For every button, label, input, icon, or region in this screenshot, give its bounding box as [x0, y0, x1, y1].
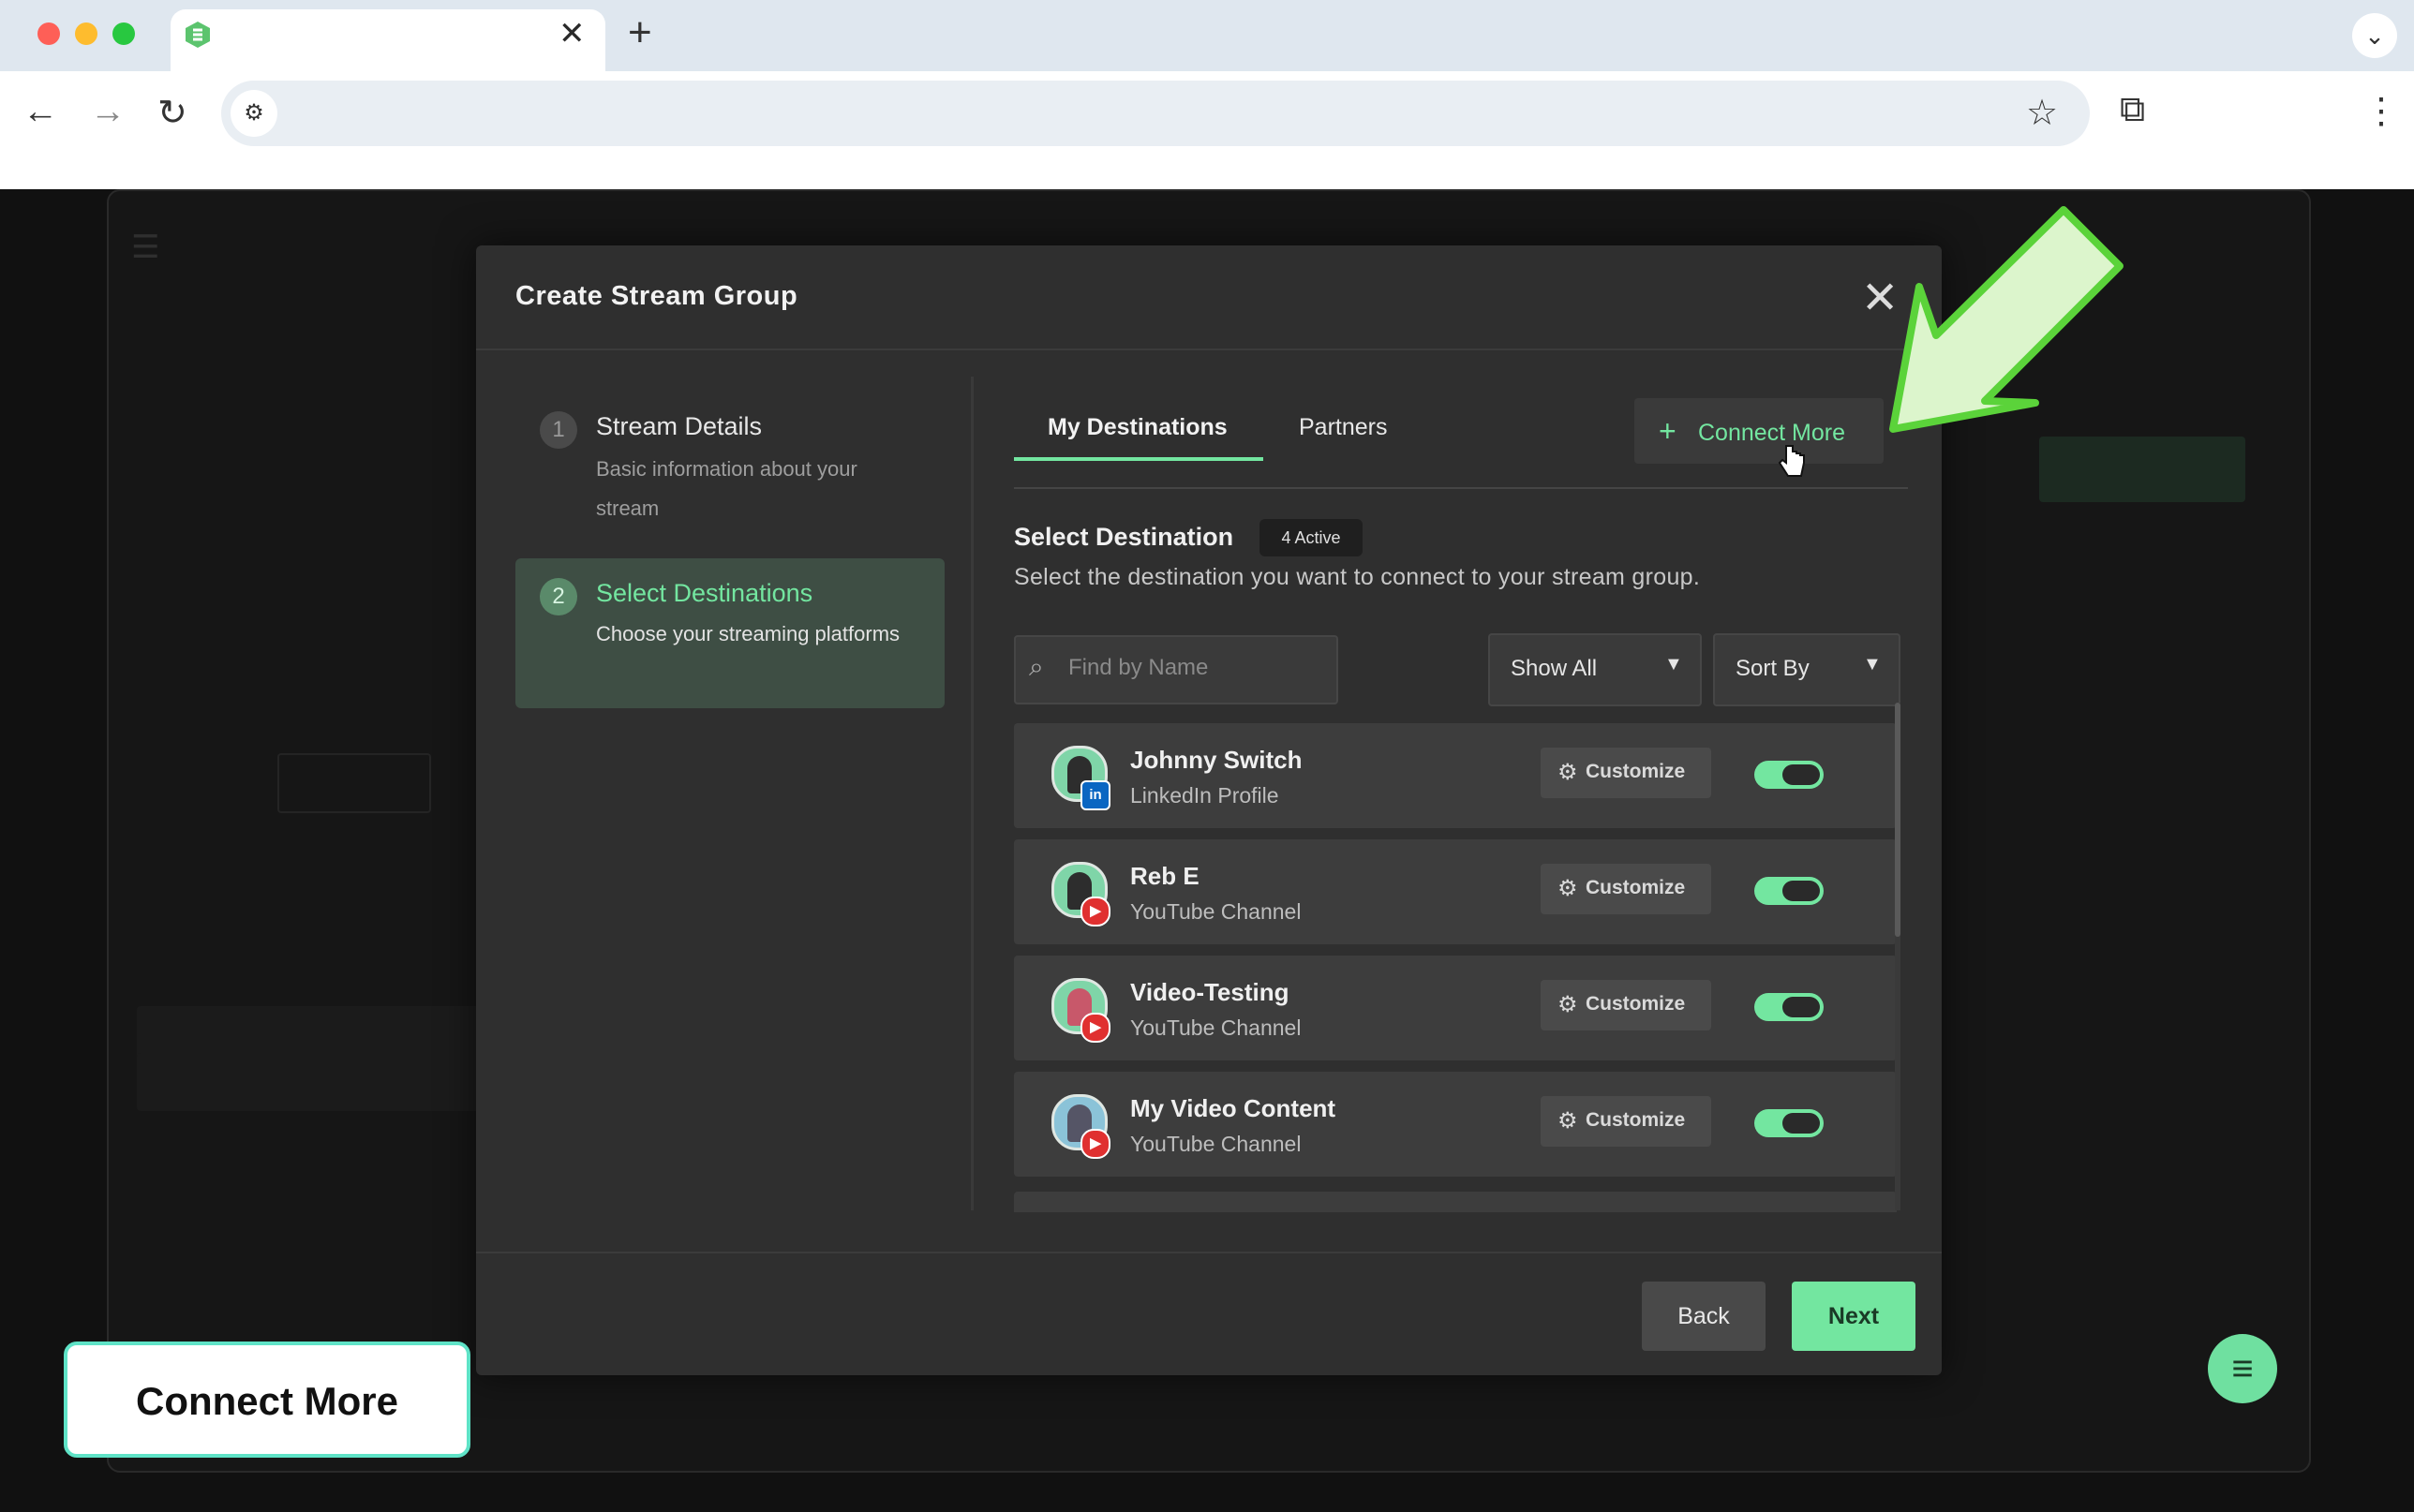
customize-label: Customize: [1586, 1109, 1686, 1131]
customize-label: Customize: [1586, 877, 1686, 898]
steps-divider: [971, 377, 974, 1210]
list-scrollbar-thumb[interactable]: [1895, 703, 1900, 937]
step-1-number: 1: [540, 411, 577, 449]
footer-divider: [476, 1252, 1942, 1253]
destination-name: Johnny Switch: [1130, 746, 1303, 774]
youtube-icon: ▶: [1080, 1013, 1110, 1043]
tab-close-icon[interactable]: ✕: [559, 15, 586, 52]
destination-type: YouTube Channel: [1130, 1132, 1302, 1156]
destination-row-partial: [1014, 1192, 1897, 1212]
step-2-description: Choose your streaming platforms: [596, 622, 901, 645]
customize-button[interactable]: ⚙ Customize: [1541, 1096, 1711, 1147]
maximize-window-button[interactable]: [112, 22, 135, 45]
plus-icon: +: [1659, 414, 1676, 448]
browser-menu-icon[interactable]: ⋮: [2363, 90, 2399, 132]
linkedin-icon: in: [1080, 780, 1110, 810]
tab-search-chevron-icon[interactable]: ⌄: [2352, 13, 2397, 58]
address-bar[interactable]: [221, 81, 2090, 146]
gear-icon: ⚙: [1557, 760, 1578, 785]
active-tab-underline: [1014, 457, 1263, 461]
gear-icon: ⚙: [1557, 992, 1578, 1017]
browser-tab[interactable]: [171, 9, 605, 71]
select-destination-title: Select Destination: [1014, 523, 1234, 551]
switchboard-favicon-icon: [186, 22, 210, 48]
toggle-knob: [1782, 1113, 1820, 1134]
annotation-arrow-icon: [1889, 206, 2123, 433]
backdrop-create-button: [2039, 437, 2245, 502]
search-icon: ⌕: [1029, 652, 1044, 681]
tab-my-destinations[interactable]: My Destinations: [1048, 414, 1228, 441]
caret-down-icon: ▼: [1863, 654, 1882, 674]
step-1-title: Stream Details: [596, 412, 763, 440]
destination-toggle[interactable]: [1754, 1109, 1824, 1137]
caret-down-icon: ▼: [1664, 654, 1683, 674]
youtube-icon: ▶: [1080, 897, 1110, 926]
back-button[interactable]: Back: [1642, 1282, 1766, 1351]
avatar: ▶: [1051, 862, 1110, 926]
destination-toggle[interactable]: [1754, 761, 1824, 789]
customize-label: Customize: [1586, 761, 1686, 782]
close-window-button[interactable]: [37, 22, 60, 45]
sort-by-dropdown[interactable]: Sort By ▼: [1713, 633, 1900, 706]
destination-type: YouTube Channel: [1130, 899, 1302, 924]
sort-by-label: Sort By: [1736, 656, 1810, 681]
customize-button[interactable]: ⚙ Customize: [1541, 980, 1711, 1030]
toggle-knob: [1782, 881, 1820, 901]
tabs-divider: [1014, 487, 1908, 489]
step-2-title: Select Destinations: [596, 579, 813, 607]
avatar: ▶: [1051, 1094, 1110, 1159]
destination-name: Video-Testing: [1130, 978, 1289, 1006]
gear-icon: ⚙: [1557, 876, 1578, 901]
avatar: ▶: [1051, 978, 1110, 1043]
backdrop-rtmp-url-field: [137, 1053, 530, 1111]
modal-title: Create Stream Group: [515, 281, 798, 311]
backdrop-rtmp-tab: [277, 753, 431, 813]
toggle-knob: [1782, 997, 1820, 1017]
chat-menu-icon[interactable]: ≡: [2208, 1334, 2277, 1403]
bookmark-star-icon[interactable]: ☆: [2026, 92, 2058, 134]
select-destination-subtitle: Select the destination you want to conne…: [1014, 564, 1701, 590]
destination-row: ▶ My Video Content YouTube Channel ⚙ Cus…: [1014, 1072, 1897, 1177]
callout-label: Connect More: [135, 1379, 398, 1423]
tab-partners[interactable]: Partners: [1299, 414, 1387, 441]
customize-button[interactable]: ⚙ Customize: [1541, 864, 1711, 914]
destination-toggle[interactable]: [1754, 877, 1824, 905]
destination-row: ▶ Reb E YouTube Channel ⚙ Customize: [1014, 839, 1897, 944]
step-1-description: Basic information about your stream: [596, 457, 857, 520]
destination-toggle[interactable]: [1754, 993, 1824, 1021]
customize-label: Customize: [1586, 993, 1686, 1015]
search-input[interactable]: [1066, 650, 1323, 686]
customize-button[interactable]: ⚙ Customize: [1541, 748, 1711, 798]
hand-cursor-icon: [1778, 445, 1805, 477]
minimize-window-button[interactable]: [75, 22, 97, 45]
create-stream-group-modal: Create Stream Group ✕ 1 Stream Details B…: [476, 245, 1942, 1375]
connect-more-label: Connect More: [1698, 420, 1846, 446]
forward-arrow-icon[interactable]: →: [90, 92, 126, 132]
destination-row: in Johnny Switch LinkedIn Profile ⚙ Cust…: [1014, 723, 1897, 828]
site-info-icon[interactable]: ⚙: [231, 90, 277, 137]
destination-type: LinkedIn Profile: [1130, 783, 1279, 808]
show-all-label: Show All: [1511, 656, 1598, 681]
destination-name: Reb E: [1130, 862, 1200, 890]
youtube-icon: ▶: [1080, 1129, 1110, 1159]
new-tab-button[interactable]: +: [628, 9, 652, 56]
next-button[interactable]: Next: [1792, 1282, 1915, 1351]
step-2-number: 2: [540, 578, 577, 615]
hamburger-icon: ☰: [131, 230, 160, 265]
callout-box: Connect More: [64, 1342, 470, 1458]
extensions-puzzle-icon[interactable]: ⧉: [2120, 90, 2145, 130]
reload-icon[interactable]: ↻: [157, 92, 187, 134]
gear-icon: ⚙: [1557, 1108, 1578, 1134]
active-count-badge: 4 Active: [1259, 519, 1363, 556]
destination-type: YouTube Channel: [1130, 1015, 1302, 1040]
avatar: in: [1051, 746, 1110, 810]
destination-row: ▶ Video-Testing YouTube Channel ⚙ Custom…: [1014, 956, 1897, 1060]
back-arrow-icon[interactable]: ←: [22, 92, 58, 132]
show-all-dropdown[interactable]: Show All ▼: [1488, 633, 1702, 706]
destination-name: My Video Content: [1130, 1094, 1336, 1122]
toggle-knob: [1782, 764, 1820, 785]
